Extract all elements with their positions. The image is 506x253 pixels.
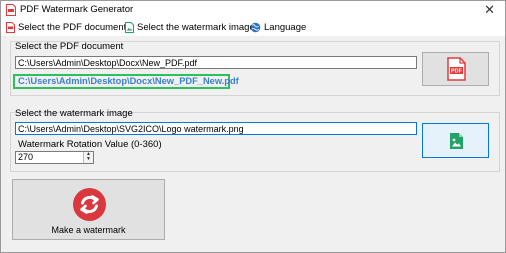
rotation-value: 270: [18, 152, 34, 162]
rotation-stepper[interactable]: 270 ▲ ▼: [15, 151, 94, 164]
watermark-path-input[interactable]: C:\Users\Admin\Desktop\SVG2ICO\Logo wate…: [15, 122, 417, 135]
menu-select-pdf-label: Select the PDF document: [18, 22, 127, 33]
watermark-group-label: Select the watermark image: [15, 108, 133, 119]
title-bar: PDF Watermark Generator ✕: [1, 1, 505, 19]
window-title: PDF Watermark Generator: [20, 4, 134, 15]
output-pdf-path[interactable]: C:\Users\Admin\Desktop\Docx\New_PDF_New.…: [13, 74, 239, 89]
globe-icon: [250, 22, 261, 33]
menu-language-label: Language: [264, 22, 307, 33]
stepper-arrows[interactable]: ▲ ▼: [83, 152, 93, 163]
stepper-down-icon[interactable]: ▼: [84, 157, 93, 162]
menu-bar: Select the PDF document Select the water…: [1, 19, 505, 36]
svg-text:PDF: PDF: [451, 69, 463, 75]
pdf-group-label: Select the PDF document: [15, 41, 124, 52]
menu-select-watermark-label: Select the watermark image: [137, 22, 255, 33]
menu-language[interactable]: Language: [250, 21, 306, 34]
pdf-file-icon: PDF: [447, 57, 466, 81]
make-watermark-button[interactable]: Make a watermark: [12, 179, 165, 240]
image-file-icon: [125, 22, 134, 33]
image-file-icon: [450, 133, 463, 149]
menu-select-watermark[interactable]: Select the watermark image: [125, 21, 255, 34]
refresh-icon: [73, 188, 106, 221]
pdf-app-icon: [6, 4, 16, 16]
pdf-file-icon: [6, 22, 15, 33]
pdf-path-input[interactable]: C:\Users\Admin\Desktop\Docx\New_PDF.pdf: [15, 56, 417, 69]
app-window: PDF Watermark Generator ✕ Select the PDF…: [0, 0, 506, 253]
open-watermark-button[interactable]: [422, 123, 489, 158]
make-watermark-label: Make a watermark: [51, 225, 126, 235]
open-pdf-button[interactable]: PDF: [422, 52, 489, 86]
rotation-label: Watermark Rotation Value (0-360): [18, 139, 162, 150]
menu-select-pdf[interactable]: Select the PDF document: [6, 21, 126, 34]
close-icon[interactable]: ✕: [484, 2, 495, 18]
